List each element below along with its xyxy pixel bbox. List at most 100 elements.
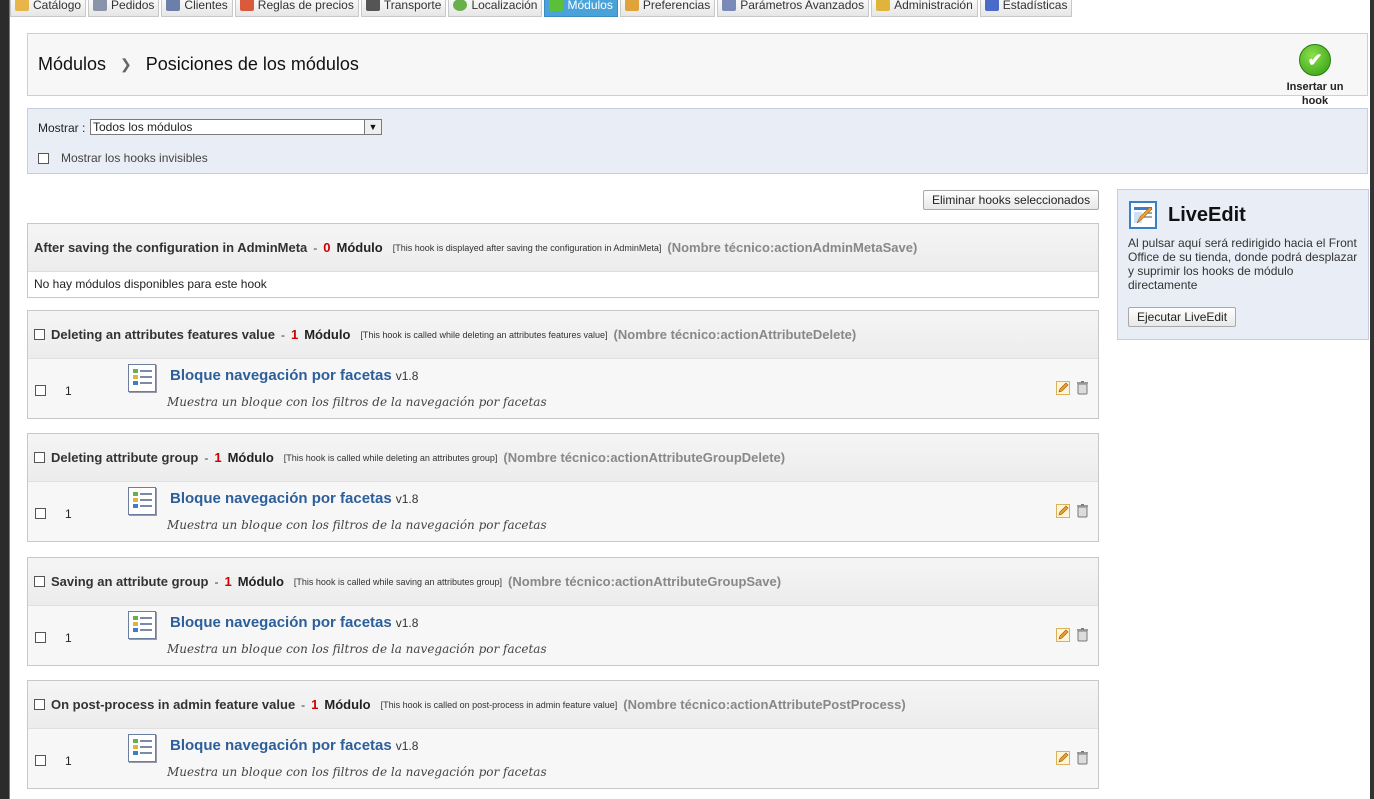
edit-pencil-icon[interactable] — [1056, 381, 1070, 395]
hook-block: Saving an attribute group - 1 Módulo [Th… — [27, 557, 1099, 666]
module-row: 1 Bloque navegación por facetas v1.8 Mues… — [28, 605, 1098, 665]
module-name-link[interactable]: Bloque navegación por facetas v1.8 — [170, 490, 418, 507]
trash-icon[interactable] — [1077, 504, 1088, 518]
main-tabs: Catálogo Pedidos Clientes Reglas de prec… — [10, 0, 1074, 17]
module-name-link[interactable]: Bloque navegación por facetas v1.8 — [170, 367, 418, 384]
liveedit-panel: LiveEdit Al pulsar aquí será redirigido … — [1117, 189, 1369, 340]
hook-title: Deleting an attributes features value — [51, 327, 275, 342]
tab-clientes[interactable]: Clientes — [161, 0, 233, 17]
hook-title: On post-process in admin feature value — [51, 697, 296, 712]
tab-catalogo[interactable]: Catálogo — [10, 0, 87, 17]
tab-transporte[interactable]: Transporte — [360, 0, 447, 17]
module-version: v1.8 — [395, 369, 419, 383]
module-description: Muestra un bloque con los filtros de la … — [167, 765, 547, 779]
module-word: Módulo — [336, 240, 383, 255]
no-modules-message: No hay módulos disponibles para este hoo… — [28, 271, 1098, 297]
hook-select-all-checkbox[interactable] — [34, 452, 45, 463]
module-icon — [128, 487, 156, 515]
window-left-edge — [0, 0, 10, 799]
hook-header: Saving an attribute group - 1 Módulo [Th… — [28, 558, 1098, 605]
tab-reglas-de-precios[interactable]: Reglas de precios — [234, 0, 359, 17]
module-row-checkbox[interactable] — [35, 385, 46, 396]
hook-description: [This hook is displayed after saving the… — [392, 242, 662, 253]
tab-estadisticas[interactable]: Estadísticas — [979, 0, 1073, 17]
breadcrumb-modulos[interactable]: Módulos — [38, 54, 106, 75]
show-invisible-label[interactable]: Mostrar los hooks invisibles — [61, 151, 208, 165]
show-invisible-checkbox[interactable] — [38, 152, 49, 164]
separator: - — [301, 697, 306, 712]
hook-select-all-checkbox[interactable] — [34, 576, 45, 587]
hook-description: [This hook is called while deleting an a… — [360, 329, 608, 340]
module-version: v1.8 — [395, 739, 419, 753]
module-row: 1 Bloque navegación por facetas v1.8 Mues… — [28, 728, 1098, 788]
module-word: Módulo — [324, 697, 371, 712]
module-name: Bloque navegación por facetas — [170, 490, 392, 507]
window-right-edge — [1370, 0, 1374, 799]
tab-modulos[interactable]: Módulos — [544, 0, 618, 17]
module-count: 0 — [323, 240, 331, 255]
hook-title: After saving the configuration in AdminM… — [34, 240, 308, 255]
module-count: 1 — [311, 697, 319, 712]
module-row-checkbox[interactable] — [35, 632, 46, 643]
module-word: Módulo — [304, 327, 351, 342]
edit-pencil-icon[interactable] — [1056, 628, 1070, 642]
module-row-checkbox[interactable] — [35, 508, 46, 519]
tab-pedidos[interactable]: Pedidos — [88, 0, 160, 17]
cart-icon — [93, 0, 108, 11]
module-icon — [128, 611, 156, 639]
users-icon — [166, 0, 181, 11]
edit-pencil-icon[interactable] — [1056, 504, 1070, 518]
filter-panel: Mostrar : Todos los módulos ▼ Mostrar lo… — [27, 108, 1368, 174]
liveedit-title: LiveEdit — [1168, 204, 1246, 226]
module-count: 1 — [290, 327, 299, 342]
insert-hook-button[interactable]: ✔ Insertar un hook — [1274, 44, 1356, 107]
module-filter-value: Todos los módulos — [93, 120, 193, 134]
hook-header: Deleting an attributes features value - … — [28, 311, 1098, 358]
module-filter-select[interactable]: Todos los módulos ▼ — [90, 119, 382, 135]
chevron-down-icon[interactable]: ▼ — [364, 120, 381, 134]
hook-technical-name: (Nombre técnico:actionAttributeDelete) — [613, 327, 857, 342]
module-word: Módulo — [227, 450, 274, 465]
run-liveedit-button[interactable]: Ejecutar LiveEdit — [1128, 307, 1237, 327]
module-description: Muestra un bloque con los filtros de la … — [167, 642, 547, 656]
separator: - — [280, 327, 285, 342]
price-rules-icon — [239, 0, 254, 11]
separator: - — [313, 240, 318, 255]
module-icon — [128, 734, 156, 762]
module-name-link[interactable]: Bloque navegación por facetas v1.8 — [170, 614, 418, 631]
page-header: Módulos ❯ Posiciones de los módulos ✔ In… — [27, 33, 1368, 107]
module-name-link[interactable]: Bloque navegación por facetas v1.8 — [170, 737, 418, 754]
check-circle-icon: ✔ — [1299, 44, 1331, 76]
module-row: 1 Bloque navegación por facetas v1.8 Mues… — [28, 481, 1098, 541]
tab-administracion[interactable]: Administración — [871, 0, 978, 17]
trash-icon[interactable] — [1077, 628, 1088, 642]
hook-block: On post-process in admin feature value -… — [27, 680, 1099, 789]
hook-technical-name: (Nombre técnico:actionAttributeGroupSave… — [508, 574, 782, 589]
hook-select-all-checkbox[interactable] — [34, 329, 45, 340]
module-count: 1 — [214, 450, 222, 465]
module-version: v1.8 — [395, 492, 419, 506]
page-title: Posiciones de los módulos — [145, 54, 359, 74]
trash-icon[interactable] — [1077, 751, 1088, 765]
hook-description: [This hook is called while deleting an a… — [283, 452, 498, 463]
trash-icon[interactable] — [1077, 381, 1088, 395]
preferences-icon — [624, 0, 639, 11]
hook-description: [This hook is called while saving an att… — [293, 576, 503, 587]
hook-technical-name: (Nombre técnico:actionAttributePostProce… — [623, 697, 906, 712]
hook-title: Deleting attribute group — [51, 450, 199, 465]
edit-pencil-icon[interactable] — [1056, 751, 1070, 765]
module-row-checkbox[interactable] — [35, 755, 46, 766]
hook-block: Deleting attribute group - 1 Módulo [Thi… — [27, 433, 1099, 542]
tab-parametros-avanzados[interactable]: Parámetros Avanzados — [717, 0, 870, 17]
tab-preferencias[interactable]: Preferencias — [619, 0, 716, 17]
delete-selected-hooks-button[interactable]: Eliminar hooks seleccionados — [923, 190, 1100, 210]
separator: - — [214, 574, 219, 589]
insert-hook-label: Insertar un hook — [1286, 81, 1344, 107]
module-name: Bloque navegación por facetas — [170, 614, 392, 631]
hook-block: After saving the configuration in AdminM… — [27, 223, 1099, 298]
separator: - — [204, 450, 209, 465]
tab-localizacion[interactable]: Localización — [448, 0, 543, 17]
breadcrumb: Módulos ❯ Posiciones de los módulos — [38, 54, 359, 75]
module-description: Muestra un bloque con los filtros de la … — [167, 395, 547, 409]
hook-select-all-checkbox[interactable] — [34, 699, 45, 710]
